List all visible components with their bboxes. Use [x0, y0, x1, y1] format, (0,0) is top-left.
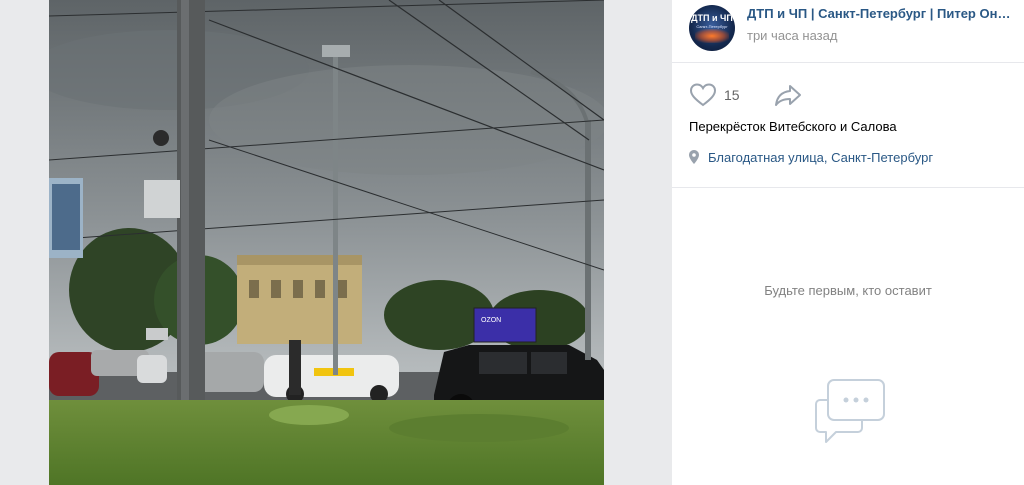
heart-icon	[689, 83, 717, 107]
post-text: Перекрёсток Витебского и Салова	[689, 119, 897, 134]
post-header: ДТП и ЧП Санкт-Петербург ДТП и ЧП | Санк…	[672, 0, 1024, 62]
post-time[interactable]: три часа назад	[747, 28, 837, 43]
header-divider	[672, 62, 1024, 63]
street-photo-illustration: OZON	[49, 0, 604, 485]
like-button[interactable]: 15	[689, 82, 751, 108]
post-location[interactable]: Благодатная улица, Санкт-Петербург	[689, 148, 933, 166]
location-link[interactable]: Благодатная улица, Санкт-Петербург	[708, 150, 933, 165]
share-arrow-icon	[775, 85, 801, 106]
page-background-left	[0, 0, 49, 485]
billboard-text: OZON	[481, 317, 501, 324]
post-photo[interactable]: OZON	[49, 0, 604, 485]
comments-empty-state	[672, 188, 1024, 485]
post-actions: 15	[689, 82, 1009, 108]
like-count: 15	[724, 87, 740, 103]
comments-empty-text: Будьте первым, кто оставит	[764, 283, 932, 298]
group-avatar[interactable]: ДТП и ЧП Санкт-Петербург	[689, 5, 735, 51]
group-name-link[interactable]: ДТП и ЧП | Санкт-Петербург | Питер Онлай…	[747, 6, 1012, 21]
avatar-text: ДТП и ЧП	[691, 13, 733, 23]
empty-comments-icon	[815, 379, 885, 443]
avatar-subtext: Санкт-Петербург	[696, 24, 728, 29]
location-pin-icon	[689, 150, 699, 164]
share-button[interactable]	[773, 82, 803, 108]
post-side-panel: ДТП и ЧП Санкт-Петербург ДТП и ЧП | Санк…	[672, 0, 1024, 485]
page-background-gap	[604, 0, 672, 485]
